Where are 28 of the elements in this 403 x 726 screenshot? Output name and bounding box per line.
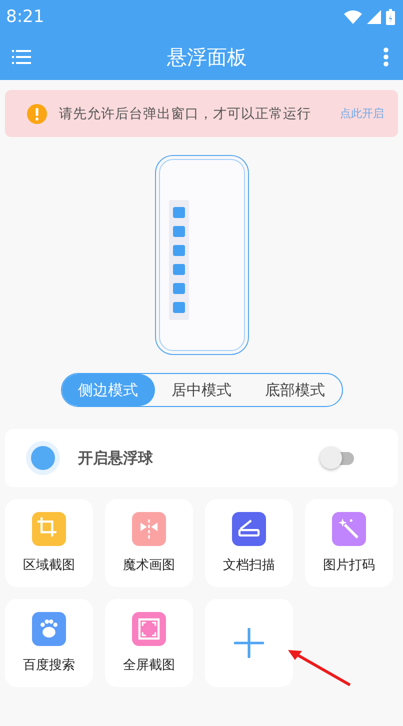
permission-message: 请先允许后台弹出窗口，才可以正常运行 [59, 104, 312, 122]
app-title: 悬浮面板 [167, 44, 247, 70]
slot-square [172, 302, 184, 313]
tool-tile[interactable]: 魔术画图 [105, 499, 193, 587]
tool-tile[interactable]: 图片打码 [305, 499, 393, 587]
wifi-icon [344, 10, 362, 24]
mode-tab[interactable]: 底部模式 [248, 374, 342, 406]
slot-square [172, 207, 184, 218]
tool-tile[interactable]: 文档扫描 [205, 499, 293, 587]
slot-square [172, 245, 184, 256]
plus-icon [234, 628, 264, 658]
mode-tab[interactable]: 居中模式 [154, 374, 248, 406]
tool-tile[interactable]: 区域截图 [5, 499, 93, 587]
slot-square [172, 264, 184, 275]
status-time: 8:21 [6, 7, 44, 27]
menu-icon[interactable] [12, 50, 31, 64]
tool-tile[interactable]: 百度搜索 [5, 599, 93, 687]
float-ball-label: 开启悬浮球 [78, 448, 154, 468]
add-tool-button[interactable] [205, 599, 293, 687]
slot-square [172, 283, 184, 294]
signal-icon [367, 10, 381, 24]
more-options-icon[interactable] [383, 47, 389, 67]
slot-square [172, 226, 184, 237]
warning-icon [27, 104, 47, 124]
ball-icon [26, 441, 60, 475]
tool-tile[interactable]: 全屏截图 [105, 599, 193, 687]
float-ball-switch[interactable] [320, 446, 356, 470]
battery-icon [386, 9, 395, 25]
